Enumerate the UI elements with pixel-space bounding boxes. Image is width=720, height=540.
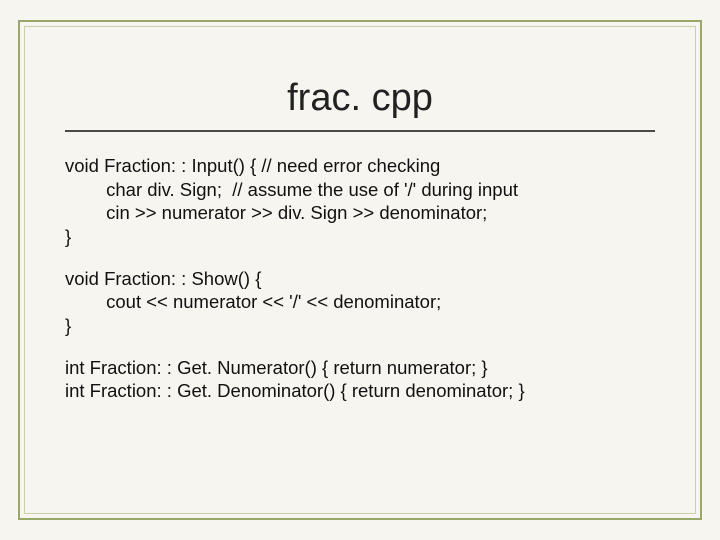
outer-border: frac. cpp void Fraction: : Input() { // …	[18, 20, 702, 520]
code-line: void Fraction: : Input() { // need error…	[65, 155, 440, 176]
code-line: cin >> numerator >> div. Sign >> denomin…	[65, 202, 487, 223]
code-line: char div. Sign; // assume the use of '/'…	[65, 179, 518, 200]
spacer	[65, 249, 655, 267]
code-block-show: void Fraction: : Show() { cout << numera…	[65, 267, 655, 338]
slide: frac. cpp void Fraction: : Input() { // …	[0, 0, 720, 540]
inner-border: frac. cpp void Fraction: : Input() { // …	[24, 26, 696, 514]
code-block-getters: int Fraction: : Get. Numerator() { retur…	[65, 356, 655, 403]
page-title: frac. cpp	[65, 77, 655, 120]
title-underline	[65, 130, 655, 132]
spacer	[65, 338, 655, 356]
code-block-input: void Fraction: : Input() { // need error…	[65, 154, 655, 249]
code-line: int Fraction: : Get. Denominator() { ret…	[65, 380, 525, 401]
code-line: void Fraction: : Show() {	[65, 268, 261, 289]
code-line: }	[65, 315, 71, 336]
code-line: cout << numerator << '/' << denominator;	[65, 291, 441, 312]
code-line: }	[65, 226, 71, 247]
code-line: int Fraction: : Get. Numerator() { retur…	[65, 357, 488, 378]
